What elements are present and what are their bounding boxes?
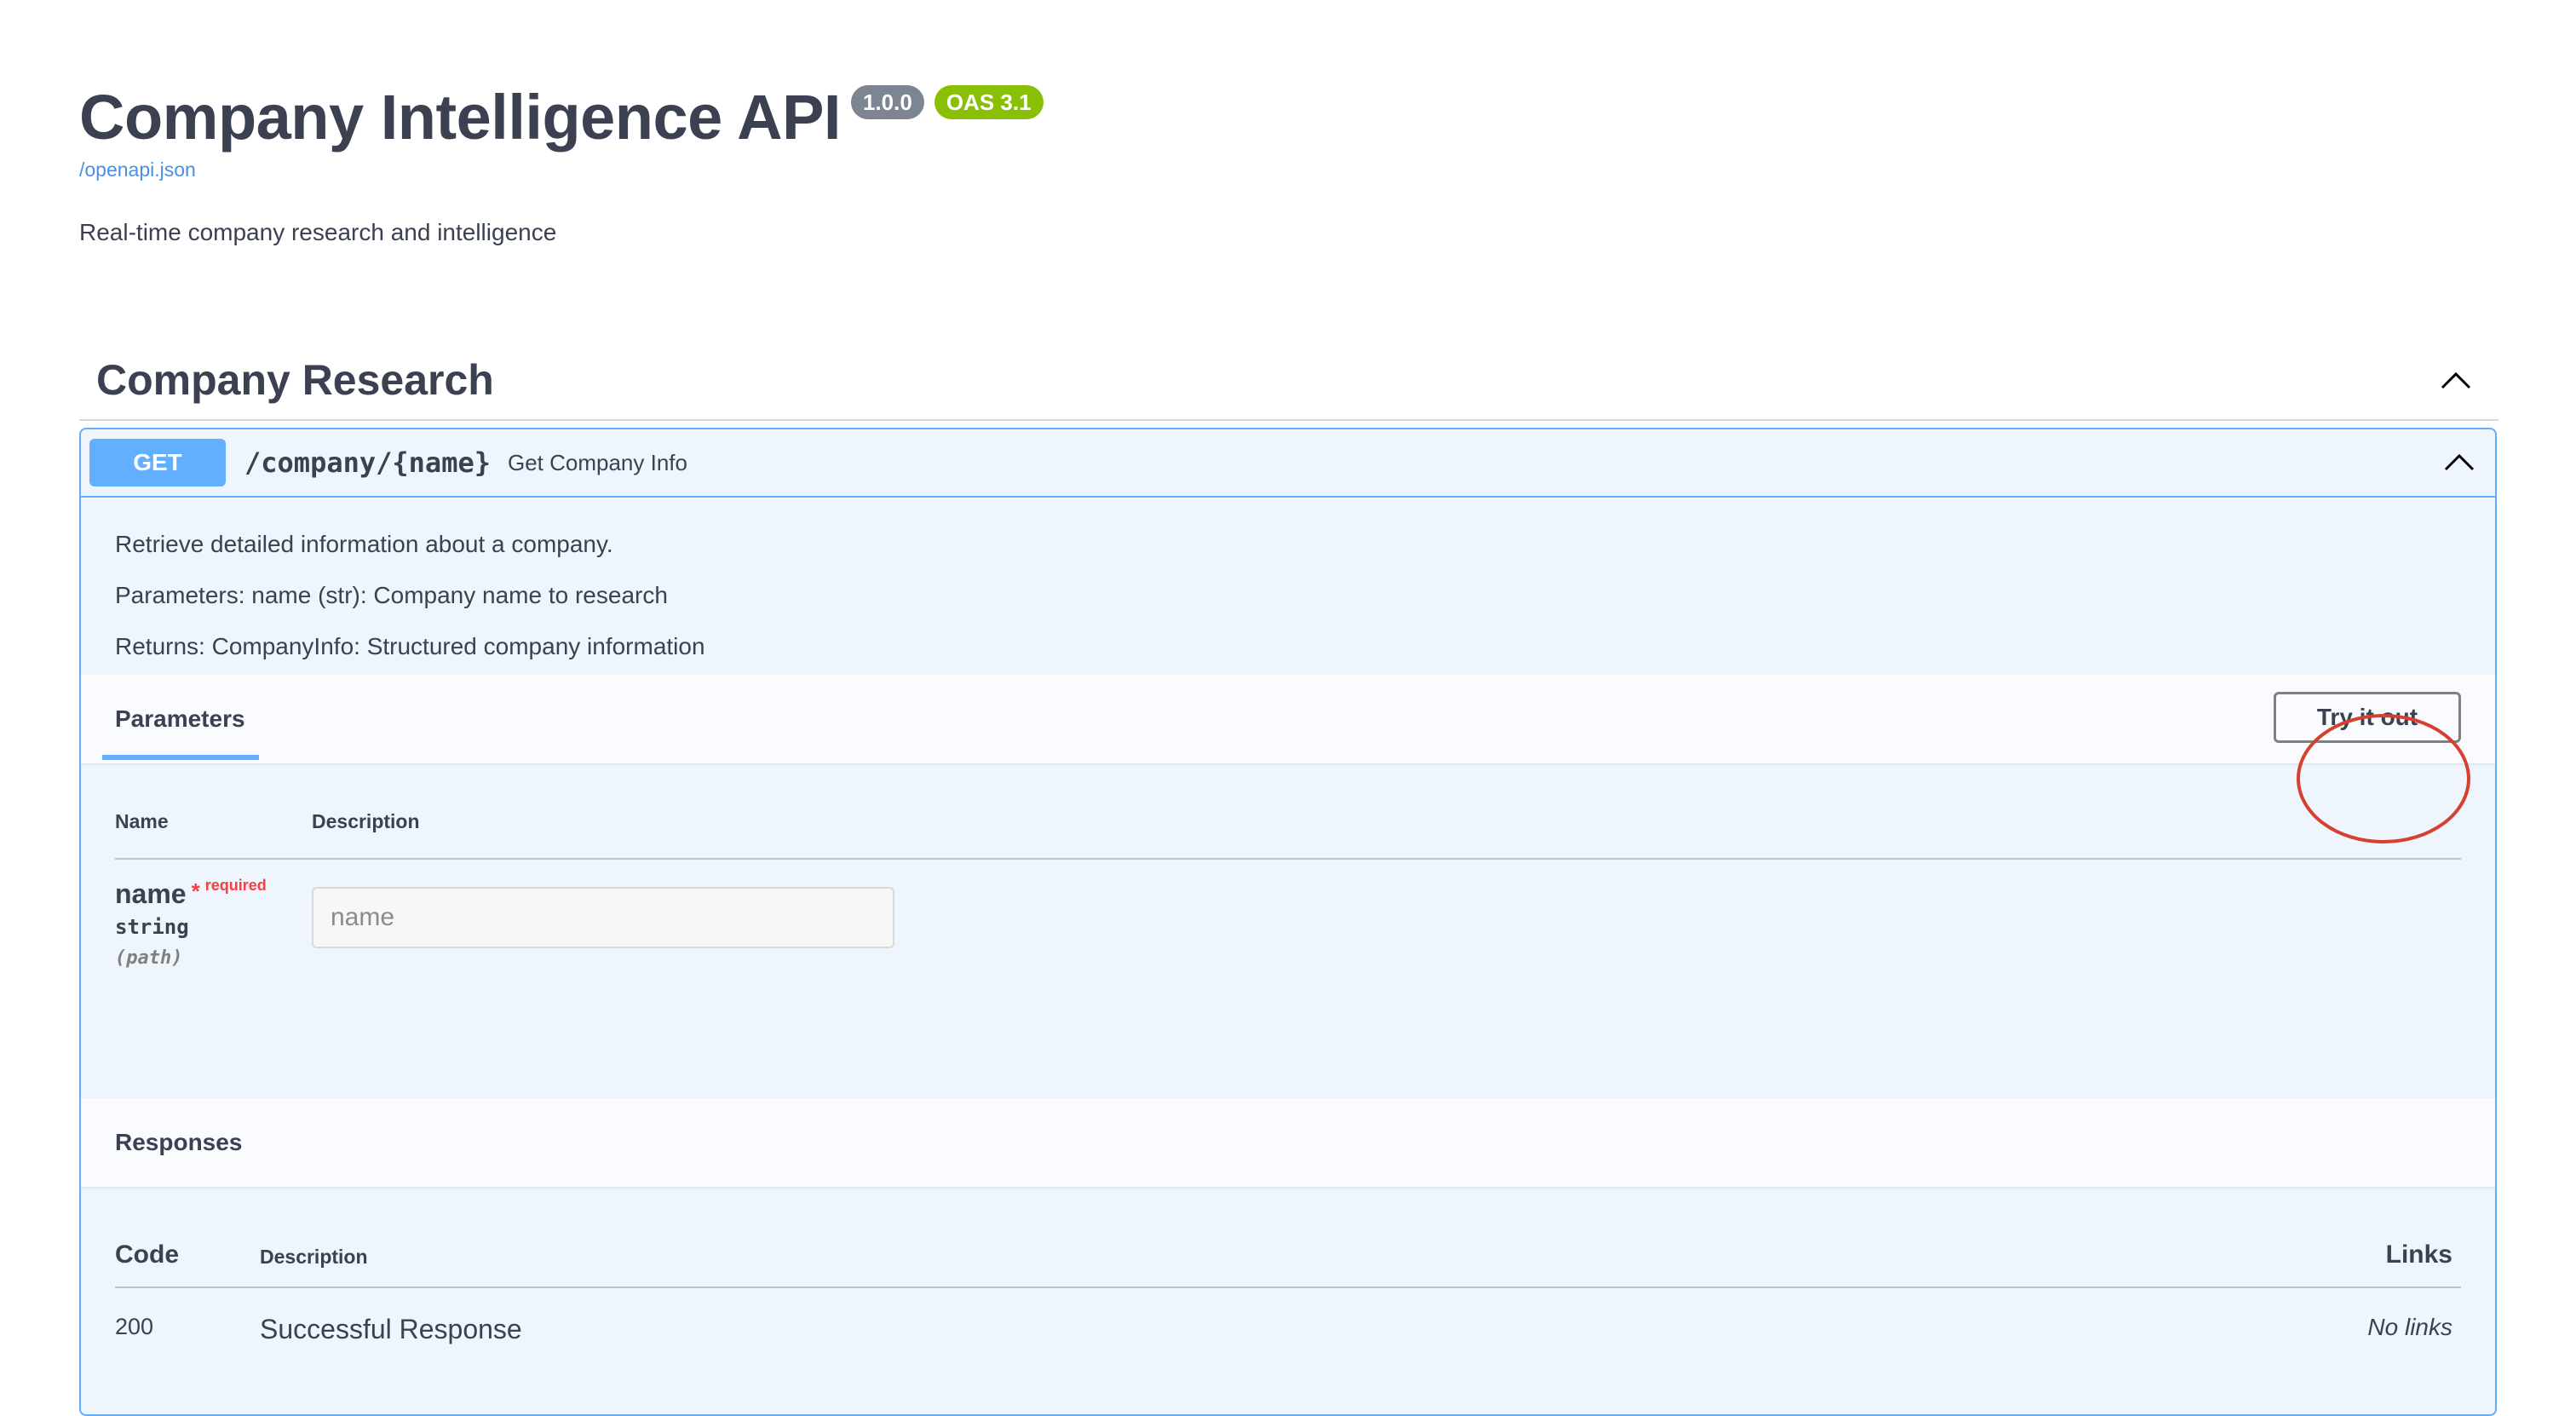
api-title: Company Intelligence API (79, 82, 842, 153)
column-header-description: Description (260, 1246, 368, 1268)
try-it-out-button[interactable]: Try it out (2274, 692, 2461, 743)
parameter-name-cell: name * required string (path) (115, 877, 267, 969)
chevron-up-icon[interactable] (2442, 445, 2476, 479)
parameter-location: (path) (115, 947, 183, 969)
operation-path: /company/{name} (244, 446, 491, 479)
operation-summary[interactable]: GET /company/{name} Get Company Info (81, 429, 2495, 498)
column-header-links: Links (2385, 1240, 2452, 1269)
required-star: * (191, 878, 200, 904)
parameters-section-header: Parameters Try it out (81, 675, 2495, 764)
chevron-up-icon[interactable] (2439, 363, 2473, 397)
operation-summary-text: Get Company Info (507, 449, 687, 475)
http-method-badge: GET (89, 439, 226, 486)
parameters-table: Name Description name * required string (p… (81, 764, 2495, 1098)
required-label: required (204, 877, 267, 894)
operation-block-get-company: GET /company/{name} Get Company Info Ret… (79, 428, 2497, 1416)
parameter-type: string (115, 915, 189, 939)
api-info: Company Intelligence API 1.0.0 OAS 3.1 /… (79, 77, 1044, 246)
response-links: No links (2367, 1314, 2452, 1340)
oas-badge: OAS 3.1 (934, 85, 1044, 119)
tab-parameters[interactable]: Parameters (115, 705, 245, 733)
table-divider (115, 858, 2461, 860)
tag-title: Company Research (96, 356, 494, 404)
tag-section-header[interactable]: Company Research (79, 341, 2498, 421)
title-row: Company Intelligence API 1.0.0 OAS 3.1 (79, 77, 1044, 158)
column-header-description: Description (312, 810, 420, 832)
response-code: 200 (115, 1314, 154, 1339)
responses-table: Code Description Links 200 Successful Re… (81, 1188, 2495, 1409)
description-line: Parameters: name (str): Company name to … (115, 582, 668, 608)
name-parameter-input[interactable] (312, 887, 894, 948)
swagger-page: Company Intelligence API 1.0.0 OAS 3.1 /… (0, 0, 2576, 1416)
active-tab-indicator (102, 755, 259, 760)
parameter-name: name (115, 878, 187, 909)
description-line: Returns: CompanyInfo: Structured company… (115, 633, 705, 659)
column-header-code: Code (115, 1240, 179, 1269)
table-divider (115, 1286, 2461, 1288)
description-line: Retrieve detailed information about a co… (115, 531, 613, 557)
operation-description: Retrieve detailed information about a co… (81, 498, 2495, 675)
response-description: Successful Response (260, 1314, 522, 1344)
responses-title: Responses (115, 1129, 243, 1155)
responses-section-header: Responses (81, 1098, 2495, 1188)
api-description: Real-time company research and intellige… (79, 219, 557, 245)
openapi-json-link[interactable]: /openapi.json (79, 158, 1044, 181)
column-header-name: Name (115, 810, 169, 832)
version-badge: 1.0.0 (851, 85, 924, 119)
